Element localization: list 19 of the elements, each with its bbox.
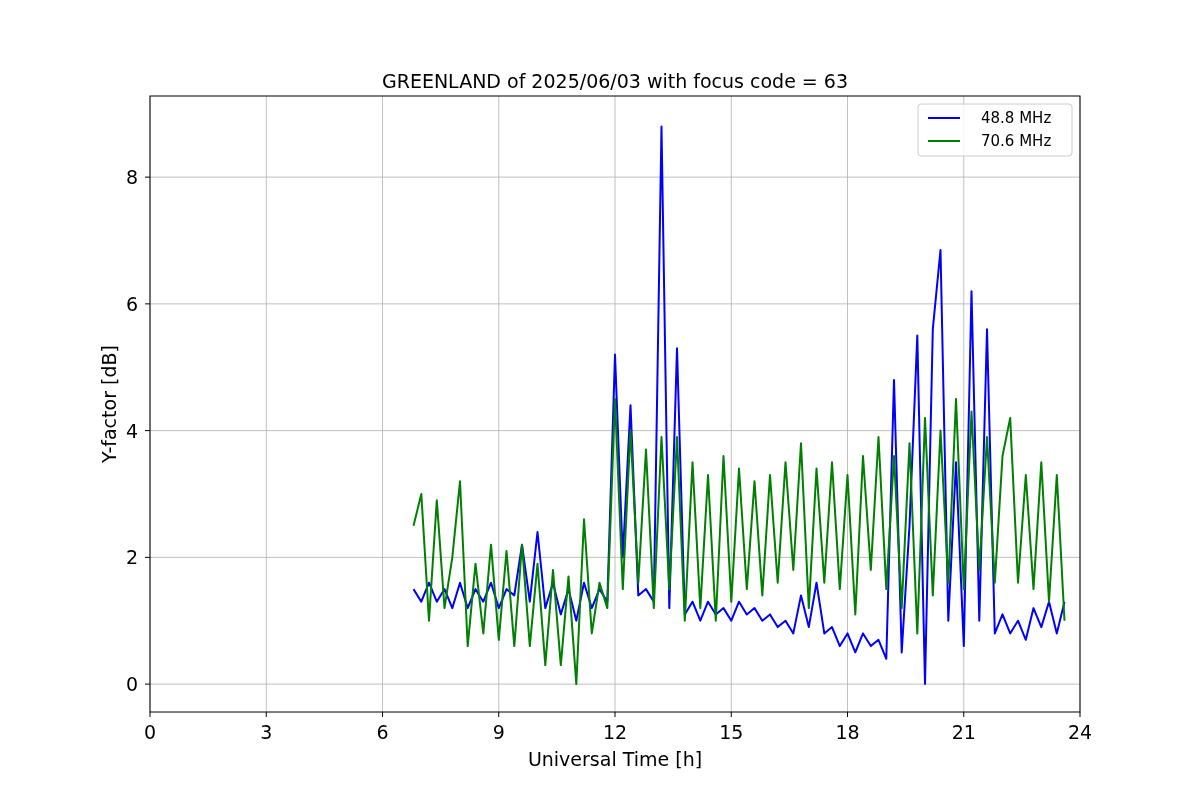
x-tick-label: 12	[602, 721, 628, 743]
legend-label: 48.8 MHz	[981, 109, 1052, 127]
y-tick-label: 4	[125, 419, 138, 442]
y-axis-label: Y-factor [dB]	[98, 345, 120, 463]
x-tick-label: 15	[719, 721, 744, 743]
x-tick-label: 0	[143, 721, 157, 743]
x-tick-label: 18	[835, 721, 860, 743]
x-tick-label: 24	[1067, 721, 1093, 743]
y-tick-label: 6	[125, 292, 138, 315]
x-tick-label: 3	[260, 721, 273, 743]
x-tick-label: 21	[951, 721, 976, 743]
legend-label: 70.6 MHz	[981, 132, 1052, 150]
y-tick-label: 0	[125, 673, 138, 696]
x-tick-label: 9	[492, 721, 505, 743]
y-tick-label: 2	[125, 546, 138, 569]
chart-title: GREENLAND of 2025/06/03 with focus code = 63	[382, 70, 848, 92]
y-tick-label: 8	[125, 166, 138, 189]
x-axis-label: Universal Time [h]	[527, 748, 703, 770]
x-tick-label: 6	[376, 721, 389, 743]
